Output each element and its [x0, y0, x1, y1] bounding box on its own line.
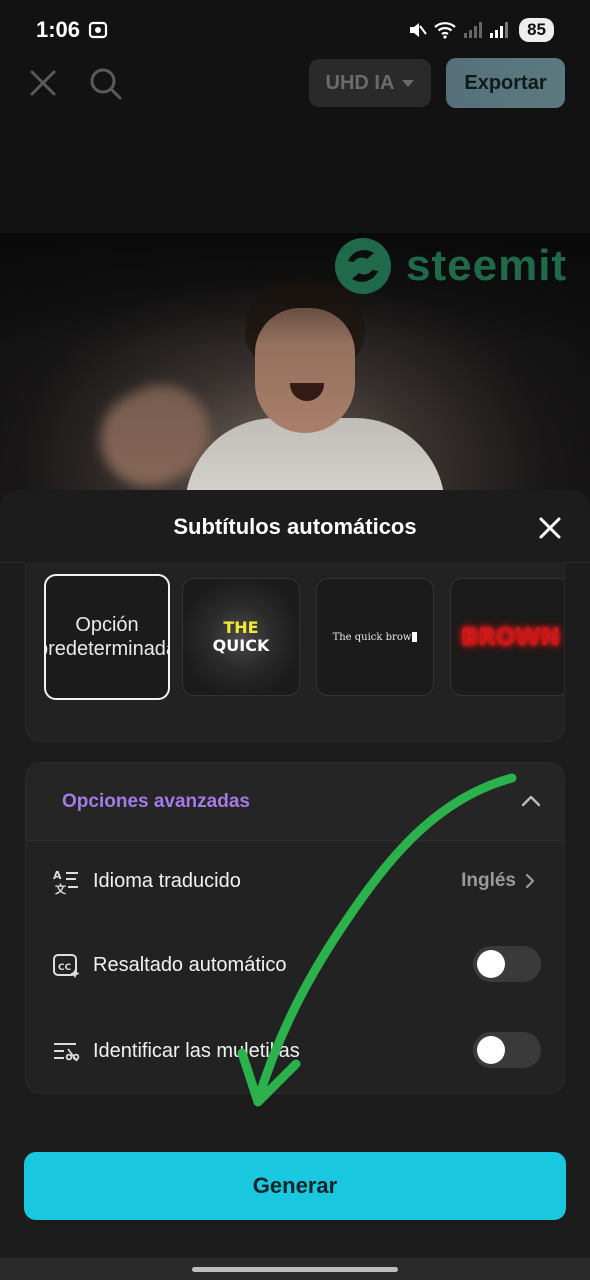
auto-subtitles-sheet: Subtítulos automáticos Opción predetermi… [0, 490, 590, 1280]
subtitle-style-picker: Opción predeterminada THE QUICK The quic… [25, 562, 565, 742]
advanced-options-header[interactable]: Opciones avanzadas [26, 763, 564, 841]
toggle-knob [477, 1036, 505, 1064]
home-indicator[interactable] [192, 1267, 398, 1272]
style-yellow-bold-tile[interactable]: THE QUICK [182, 578, 300, 696]
svg-text:A: A [53, 869, 62, 882]
filler-words-toggle[interactable] [473, 1032, 541, 1068]
video-preview: steemit [0, 233, 590, 513]
style-red-glow-preview: BROWN [460, 623, 561, 651]
export-button[interactable]: Exportar [446, 58, 565, 108]
signal-icon-1 [463, 20, 483, 40]
style-preview-line1: THE [223, 618, 259, 637]
style-default-label: Opción predeterminada [46, 614, 170, 660]
chevron-up-icon[interactable] [520, 793, 542, 807]
steemit-watermark: steemit [334, 237, 567, 295]
row-label: Resaltado automático [93, 954, 287, 976]
status-time: 1:06 [36, 17, 81, 42]
status-bar: 1:06 85 [0, 0, 590, 60]
svg-text:CC: CC [58, 963, 72, 973]
signal-icon-2 [489, 20, 509, 40]
row-label: Idioma traducido [93, 870, 241, 892]
cc-sparkle-icon: CC [52, 951, 80, 979]
row-label: Identificar las muletillas [93, 1040, 300, 1062]
text-cursor-icon [412, 632, 418, 642]
style-typewriter-preview: The quick brow [332, 631, 412, 643]
mute-icon [407, 20, 427, 40]
advanced-options-title: Opciones avanzadas [62, 791, 250, 812]
style-typewriter-tile[interactable]: The quick brow [316, 578, 434, 696]
chevron-right-icon [525, 873, 535, 889]
row-filler-words: Identificar las muletillas [26, 1021, 564, 1081]
row-translated-language[interactable]: A文 Idioma traducido Inglés [26, 851, 564, 911]
close-editor-icon[interactable] [28, 68, 58, 98]
style-default-tile[interactable]: Opción predeterminada [44, 574, 170, 700]
translated-language-value: Inglés [461, 870, 516, 891]
search-icon[interactable] [88, 66, 124, 102]
sheet-title: Subtítulos automáticos [173, 514, 417, 539]
auto-highlight-toggle[interactable] [473, 946, 541, 982]
steemit-logo-text: steemit [406, 241, 568, 290]
toggle-knob [477, 950, 505, 978]
svg-text:文: 文 [55, 882, 67, 895]
generate-button[interactable]: Generar [24, 1152, 566, 1220]
status-icons: 85 [407, 18, 554, 42]
row-auto-highlight: CC Resaltado automático [26, 935, 564, 995]
quality-label: UHD IA [325, 71, 395, 94]
steemit-logo-icon [334, 237, 392, 295]
wifi-icon [433, 20, 457, 40]
style-preview-line2: QUICK [212, 636, 270, 655]
filler-words-icon [52, 1037, 80, 1065]
quality-selector[interactable]: UHD IA [309, 59, 431, 107]
advanced-options-card: Opciones avanzadas A文 Idioma traducido I… [25, 762, 565, 1094]
translate-icon: A文 [52, 867, 80, 896]
close-icon[interactable] [538, 516, 562, 540]
caret-down-icon [402, 79, 415, 87]
screen-capture-icon [88, 20, 108, 40]
battery-indicator: 85 [519, 18, 554, 42]
style-red-glow-tile[interactable]: BROWN [450, 578, 564, 696]
